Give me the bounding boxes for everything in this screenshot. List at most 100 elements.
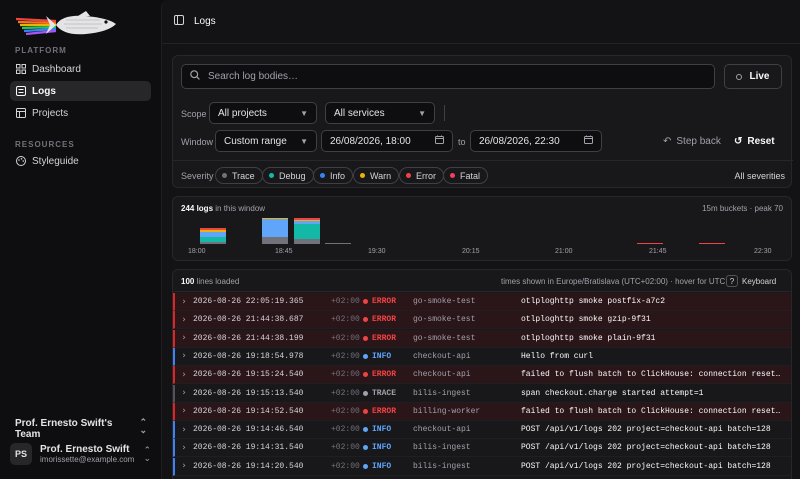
user-menu[interactable]: PS Prof. Ernesto Swift imorissette@examp… <box>10 440 151 468</box>
expand-chevron-icon[interactable]: › <box>175 443 193 453</box>
log-level-label: ERROR <box>372 315 397 325</box>
log-message: POST /api/v1/logs 202 project=checkout-a… <box>521 443 771 453</box>
log-row[interactable]: › 2026-08-26 21:44:38.687 +02:00 ERROR go-sm… <box>173 311 791 330</box>
service-select[interactable]: All services ▼ <box>325 102 435 124</box>
histogram-meta: 15m buckets · peak 70 <box>702 204 783 213</box>
log-service: bilis-ingest <box>413 443 471 453</box>
level-dot-icon <box>363 317 368 323</box>
project-select-value: All projects <box>218 107 267 119</box>
log-message: failed to flush batch to ClickHouse: con… <box>521 406 791 416</box>
info-dot-icon <box>320 173 325 178</box>
severity-chip-debug[interactable]: Debug <box>262 167 314 184</box>
all-severities-button[interactable]: All severities <box>734 171 785 181</box>
log-row[interactable]: › 2026-08-26 21:44:38.199 +02:00 ERROR go-sm… <box>173 329 791 348</box>
log-row[interactable]: › 2026-08-26 19:18:54.978 +02:00 INFO checko… <box>173 347 791 366</box>
step-back-button[interactable]: ↶ Step back <box>663 136 721 147</box>
level-dot-icon <box>363 335 368 341</box>
expand-chevron-icon[interactable]: › <box>175 461 193 471</box>
histogram-bar[interactable] <box>200 228 226 244</box>
log-level: INFO <box>363 462 413 471</box>
range-select[interactable]: Custom range ▼ <box>215 130 317 152</box>
sidebar-item-dashboard[interactable]: Dashboard <box>10 59 151 79</box>
expand-chevron-icon[interactable]: › <box>175 425 193 435</box>
log-level-label: INFO <box>372 443 392 453</box>
expand-chevron-icon[interactable]: › <box>175 333 193 343</box>
log-row[interactable]: › 2026-08-26 19:15:13.540 +02:00 TRACE bilis… <box>173 384 791 403</box>
search-input[interactable] <box>208 71 688 82</box>
severity-chip-info[interactable]: Info <box>313 167 354 184</box>
tick-label: 18:00 <box>188 248 206 255</box>
histogram-segment-trace <box>262 237 289 244</box>
log-level: INFO <box>363 352 413 361</box>
log-service: go-smoke-test <box>413 297 476 306</box>
histogram-panel: 244 logs in this window 15m buckets · pe… <box>172 196 792 261</box>
to-label: to <box>458 137 466 147</box>
live-button[interactable]: Live <box>724 64 782 89</box>
chevron-down-icon: ▼ <box>300 136 308 146</box>
expand-chevron-icon[interactable]: › <box>175 297 193 307</box>
expand-chevron-icon[interactable]: › <box>175 370 193 380</box>
sidebar-item-projects[interactable]: Projects <box>10 103 151 123</box>
log-level: INFO <box>363 425 413 434</box>
chevron-down-icon: ▼ <box>418 108 426 118</box>
histogram-bar[interactable] <box>324 242 351 244</box>
trace-dot-icon <box>222 173 227 178</box>
sidebar-item-label: Styleguide <box>32 155 79 167</box>
log-service: bilis-ingest <box>413 461 471 471</box>
log-timestamp: 2026-08-26 19:14:52.540 <box>193 406 304 416</box>
reset-button[interactable]: ↺ Reset <box>734 136 775 147</box>
calendar-icon <box>435 135 444 147</box>
log-timestamp: 2026-08-26 19:14:31.540 <box>193 443 304 453</box>
severity-chip-warn[interactable]: Warn <box>353 167 400 184</box>
log-level: ERROR <box>363 370 413 379</box>
sidebar-toggle-icon[interactable] <box>174 15 184 28</box>
level-dot-icon <box>363 390 368 396</box>
search-box[interactable] <box>181 64 715 89</box>
expand-chevron-icon[interactable]: › <box>175 388 193 398</box>
log-service: bilis-ingest <box>413 388 471 398</box>
sidebar: PLATFORM Dashboard Logs Projects RESOURC… <box>0 0 160 479</box>
log-row[interactable]: › 2026-08-26 19:14:46.540 +02:00 INFO checko… <box>173 421 791 440</box>
histogram-segment-trace <box>293 238 320 244</box>
log-timestamp: 2026-08-26 19:14:20.540 <box>193 461 304 471</box>
log-timestamp: 2026-08-26 21:44:38.687 <box>193 315 304 325</box>
histogram-bar[interactable] <box>699 242 726 244</box>
log-timezone: +02:00 <box>331 315 360 325</box>
expand-chevron-icon[interactable]: › <box>175 315 193 325</box>
expand-chevron-icon[interactable]: › <box>175 406 193 416</box>
keyboard-shortcuts-button[interactable]: ? Keyboard <box>726 275 776 287</box>
level-dot-icon <box>363 408 368 414</box>
to-datetime-input[interactable]: 26/08/2026, 22:30 <box>470 130 602 152</box>
team-switcher[interactable]: Prof. Ernesto Swift's Team ⌃ ⌄ <box>15 418 147 441</box>
histogram-segment-info <box>262 218 289 238</box>
log-message: span checkout.charge started attempt=1 <box>521 388 704 398</box>
histogram-bar[interactable] <box>293 218 320 244</box>
chevron-down-icon: ▼ <box>300 108 308 118</box>
log-row[interactable]: › 2026-08-26 22:05:19.365 +02:00 ERROR go-sm… <box>173 293 791 311</box>
histogram-bar[interactable] <box>262 218 289 244</box>
timezone-note: times shown in Europe/Bratislava (UTC+02… <box>501 277 726 286</box>
tick-label: 20:15 <box>462 248 480 255</box>
log-row[interactable]: › 2026-08-26 19:14:20.540 +02:00 INFO bilis-… <box>173 457 791 476</box>
log-row[interactable]: › 2026-08-26 19:14:31.540 +02:00 INFO bilis-… <box>173 439 791 458</box>
severity-chip-error[interactable]: Error <box>399 167 444 184</box>
histogram-count-value: 244 logs <box>181 204 214 213</box>
from-datetime-input[interactable]: 26/08/2026, 18:00 <box>321 130 453 152</box>
sidebar-item-logs[interactable]: Logs <box>10 81 151 101</box>
severity-chip-trace[interactable]: Trace <box>215 167 263 184</box>
log-level-label: INFO <box>372 351 392 361</box>
tick-label: 19:30 <box>368 248 386 255</box>
sidebar-item-styleguide[interactable]: Styleguide <box>10 151 151 171</box>
log-row[interactable]: › 2026-08-26 19:14:52.540 +02:00 ERROR billi… <box>173 402 791 421</box>
expand-chevron-icon[interactable]: › <box>175 351 193 361</box>
log-row[interactable]: › 2026-08-26 19:15:24.540 +02:00 ERROR check… <box>173 366 791 385</box>
histogram-segment-trace <box>200 241 226 244</box>
histogram-bar[interactable] <box>636 242 663 244</box>
log-timezone: +02:00 <box>331 333 360 343</box>
severity-chip-fatal[interactable]: Fatal <box>443 167 489 184</box>
chip-label: Fatal <box>460 170 481 181</box>
project-select[interactable]: All projects ▼ <box>209 102 317 124</box>
log-service: go-smoke-test <box>413 315 476 325</box>
fish-logo <box>16 11 116 36</box>
histogram-segment-debug <box>293 223 320 239</box>
